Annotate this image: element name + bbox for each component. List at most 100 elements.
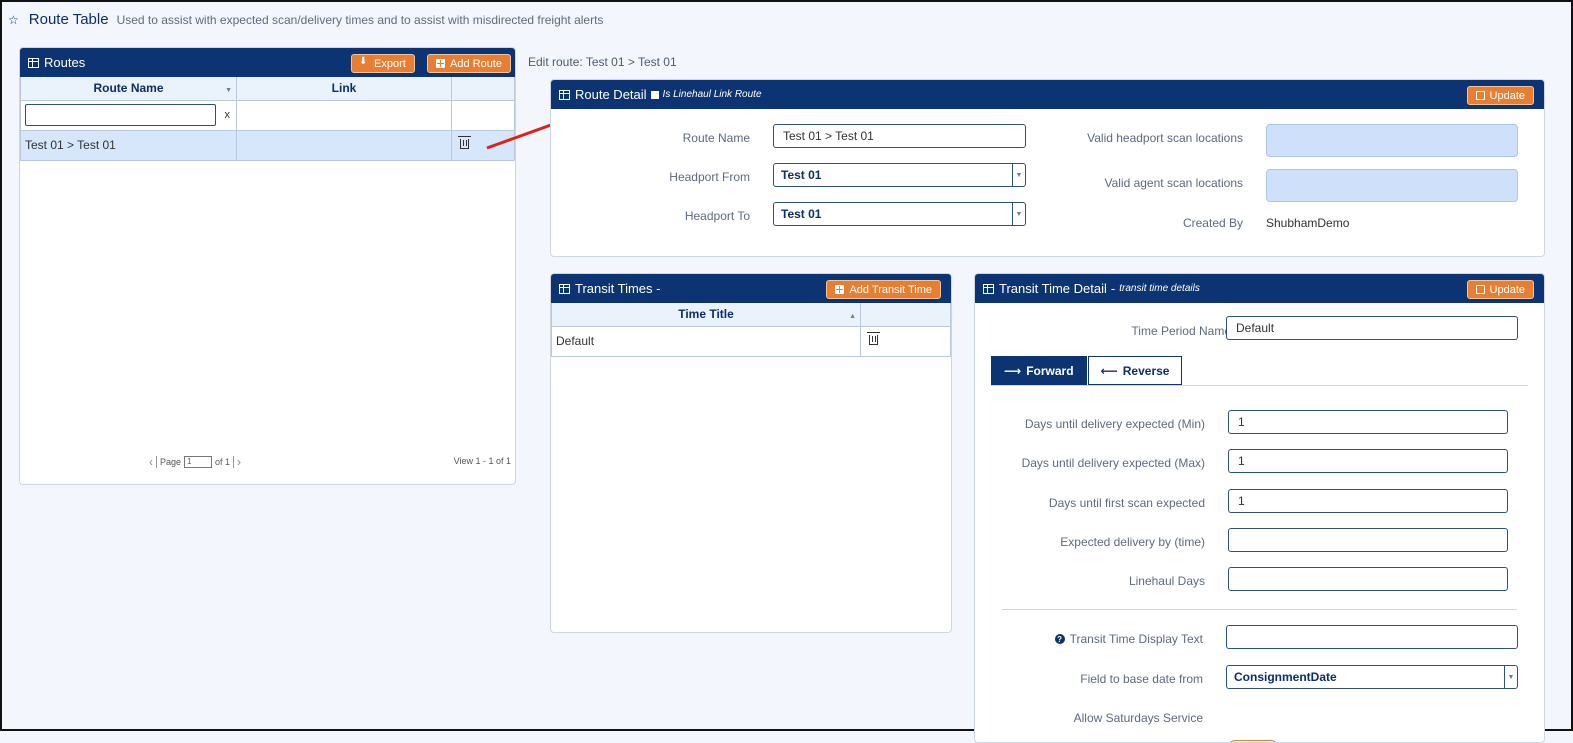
first-scan-label: Days until first scan expected: [1048, 496, 1205, 510]
transit-detail-title: Transit Time Detail: [999, 281, 1107, 296]
page-title: Route Table: [28, 11, 109, 28]
time-title-cell: Default: [551, 325, 861, 357]
saturday-label: Allow Saturdays Service: [1073, 711, 1203, 725]
valid-agent-tag-input[interactable]: [1266, 169, 1518, 202]
chevron-down-icon: ▼: [1504, 666, 1517, 688]
export-label: Export: [374, 57, 406, 70]
display-text-label-wrap: ? Transit Time Display Text: [1054, 632, 1203, 646]
actions-cell: [860, 325, 951, 357]
add-transit-time-button[interactable]: Add Transit Time: [826, 280, 941, 299]
column-header-time-title[interactable]: Time Title ▲: [551, 303, 861, 327]
created-by-value: ShubhamDemo: [1266, 216, 1350, 230]
filter-cell: x: [20, 99, 237, 131]
add-route-button[interactable]: Add Route: [427, 54, 511, 73]
pager-divider: [233, 456, 235, 468]
transit-detail-header: Transit Time Detail - transit time detai…: [975, 274, 1544, 303]
column-header-route-name[interactable]: Route Name ▼: [20, 77, 237, 101]
table-row[interactable]: Test 01 > Test 01: [20, 129, 515, 161]
tab-forward[interactable]: ⟶ Forward: [991, 356, 1087, 385]
headport-from-select[interactable]: Test 01 ▼: [773, 163, 1026, 187]
page-number-input[interactable]: 1: [184, 456, 213, 468]
transit-times-header: Transit Times - Add Transit Time: [551, 274, 951, 303]
sort-up-icon: ▲: [849, 313, 856, 320]
trash-icon[interactable]: [867, 332, 880, 345]
page-label: Page: [160, 457, 182, 467]
page-of-label: of 1: [215, 457, 231, 467]
time-period-input[interactable]: Default: [1226, 316, 1518, 340]
routes-title: Routes: [44, 55, 86, 70]
add-route-label: Add Route: [450, 57, 502, 70]
add-transit-time-label: Add Transit Time: [849, 283, 932, 296]
expected-by-input[interactable]: [1228, 528, 1508, 552]
page-subtitle: Used to assist with expected scan/delive…: [116, 13, 604, 27]
transit-times-table: Time Title ▲ Default: [551, 303, 951, 357]
section-divider: [1002, 609, 1517, 610]
tab-divider: [991, 385, 1528, 386]
base-date-select[interactable]: ConsignmentDate ▼: [1226, 665, 1518, 689]
route-name-filter-input[interactable]: [25, 104, 216, 126]
headport-to-select[interactable]: Test 01 ▼: [773, 202, 1026, 226]
question-circle-icon[interactable]: ?: [1054, 634, 1065, 644]
transit-times-title: Transit Times -: [575, 281, 661, 296]
routes-panel: Routes Export Add Route Route Name▼ Link…: [19, 47, 516, 485]
routes-panel-header: Routes Export Add Route: [20, 48, 515, 77]
route-name-cell: Test 01 > Test 01: [20, 129, 237, 161]
export-button[interactable]: Export: [351, 54, 415, 73]
days-max-input[interactable]: 1: [1228, 449, 1508, 473]
transit-update-button[interactable]: Update: [1466, 280, 1534, 299]
trash-icon[interactable]: [458, 136, 471, 149]
valid-headport-label: Valid headport scan locations: [1087, 131, 1243, 145]
link-cell: [236, 129, 452, 161]
linehaul-days-label: Linehaul Days: [1128, 574, 1205, 588]
next-page-icon[interactable]: ›: [237, 455, 241, 469]
filter-cell: [236, 99, 452, 131]
valid-agent-label: Valid agent scan locations: [1104, 176, 1243, 190]
days-min-label: Days until delivery expected (Min): [1024, 417, 1205, 431]
created-by-label: Created By: [1182, 216, 1243, 230]
clear-filter-button[interactable]: x: [225, 109, 231, 121]
routes-table: Route Name ▼ Link x Test 01 > Test 01: [20, 77, 515, 161]
page-header: ☆ Route Table Used to assist with expect…: [8, 11, 603, 28]
chevron-down-icon: ▼: [1012, 164, 1025, 186]
route-detail-header: Route Detail Is Linehaul Link Route Upda…: [551, 80, 1544, 109]
grid-icon: [28, 57, 39, 68]
update-label: Update: [1489, 283, 1525, 296]
arrow-left-icon: ⟵: [1100, 363, 1118, 378]
prev-page-icon[interactable]: ‹: [149, 455, 153, 469]
save-icon: [1475, 91, 1485, 100]
grid-icon: [559, 283, 570, 294]
plus-square-icon: [835, 285, 845, 294]
expected-by-label: Expected delivery by (time): [1060, 535, 1205, 549]
route-update-button[interactable]: Update: [1466, 86, 1534, 105]
base-date-value: ConsignmentDate: [1234, 670, 1337, 684]
display-text-label: Transit Time Display Text: [1069, 632, 1203, 646]
first-scan-input[interactable]: 1: [1228, 489, 1508, 513]
tab-reverse[interactable]: ⟵ Reverse: [1087, 356, 1183, 385]
headport-from-label: Headport From: [669, 170, 750, 184]
linehaul-checkbox[interactable]: [650, 90, 659, 99]
table-row[interactable]: Default: [551, 325, 951, 357]
star-icon[interactable]: ☆: [8, 13, 19, 27]
route-name-label: Route Name: [682, 131, 750, 145]
view-count: View 1 - 1 of 1: [453, 456, 511, 466]
headport-to-label: Headport To: [684, 209, 750, 223]
days-min-input[interactable]: 1: [1228, 410, 1508, 434]
save-icon: [1475, 285, 1485, 294]
display-text-input[interactable]: [1226, 625, 1518, 649]
column-header-actions: [860, 303, 951, 327]
column-header-link[interactable]: Link: [236, 77, 452, 101]
time-period-label: Time Period Name: [1131, 324, 1231, 338]
route-name-input[interactable]: Test 01 > Test 01: [773, 124, 1026, 148]
grid-icon: [983, 283, 994, 294]
edit-route-label: Edit route: Test 01 > Test 01: [528, 55, 677, 69]
linehaul-days-input[interactable]: [1228, 567, 1508, 591]
base-date-label: Field to base date from: [1080, 672, 1203, 686]
days-max-label: Days until delivery expected (Max): [1021, 456, 1205, 470]
title-separator: -: [1110, 281, 1116, 296]
tab-reverse-label: Reverse: [1122, 363, 1170, 378]
valid-headport-tag-input[interactable]: [1266, 124, 1518, 157]
transit-detail-subtitle: transit time details: [1119, 283, 1200, 294]
headport-from-value: Test 01: [781, 168, 822, 182]
route-detail-panel: Route Detail Is Linehaul Link Route Upda…: [550, 79, 1545, 257]
chevron-down-icon: ▼: [1012, 203, 1025, 225]
